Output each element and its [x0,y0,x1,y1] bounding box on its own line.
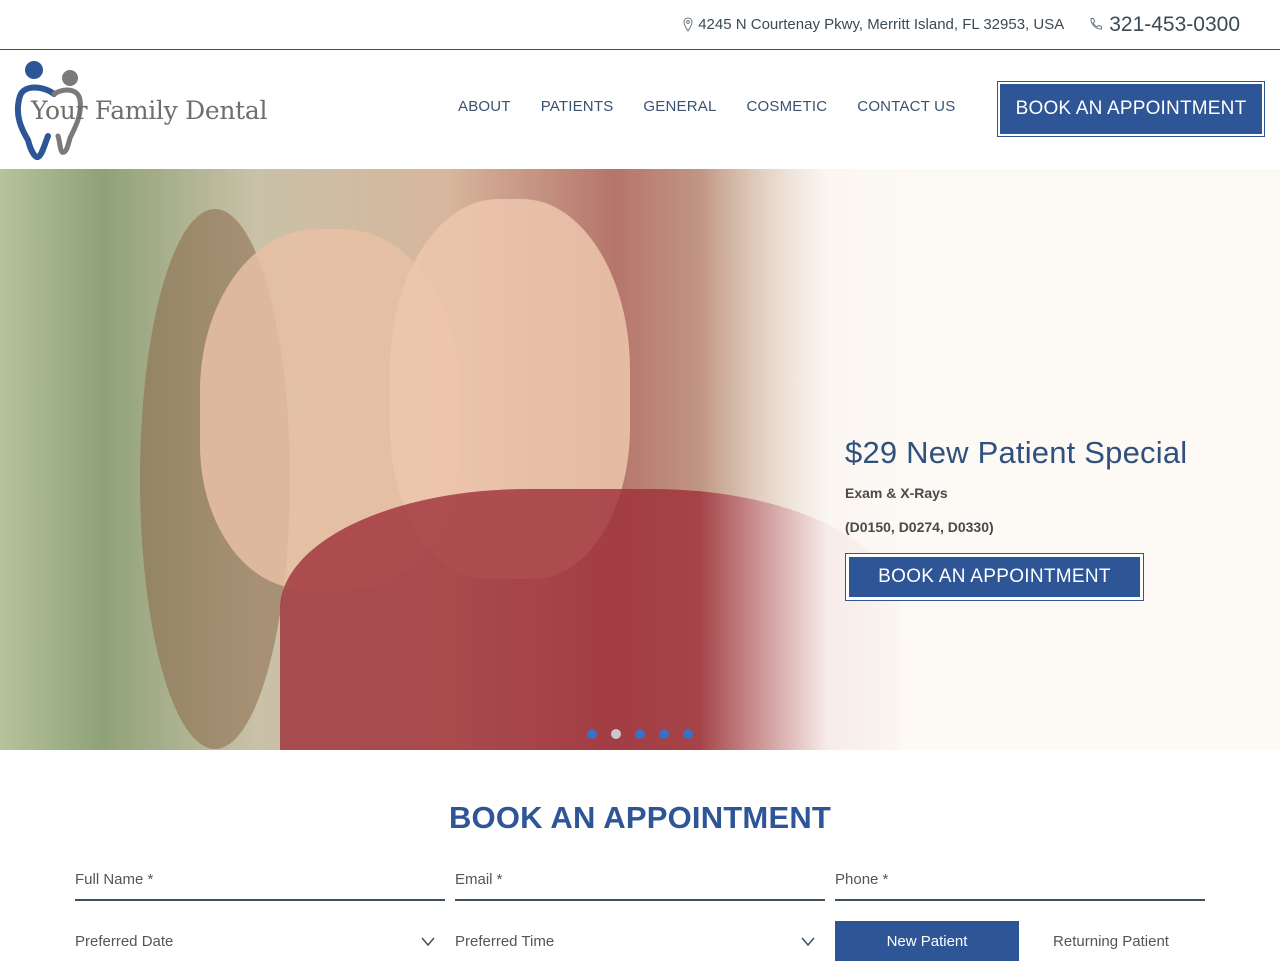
header-book-appointment-button[interactable]: BOOK AN APPOINTMENT [997,81,1265,137]
logo[interactable]: Your Family Dental [14,60,274,160]
slider-dots [587,729,707,739]
phone-icon [1090,17,1103,30]
nav-general[interactable]: GENERAL [643,98,716,115]
preferred-date-select[interactable]: Preferred Date [75,921,435,961]
preferred-time-select[interactable]: Preferred Time [455,921,815,961]
slider-dot-active[interactable] [611,729,621,739]
full-name-field[interactable] [75,859,445,901]
top-info-bar: 4245 N Courtenay Pkwy, Merritt Island, F… [0,0,1280,50]
nav-about[interactable]: ABOUT [458,98,511,115]
phone-input[interactable] [835,870,1205,888]
hero-title: $29 New Patient Special [845,435,1188,470]
returning-patient-toggle[interactable]: Returning Patient [1019,921,1203,961]
chevron-down-icon [421,937,435,947]
phone-link[interactable]: 321-453-0300 [1088,13,1240,37]
slider-dot[interactable] [635,729,645,739]
chevron-down-icon [801,937,815,947]
new-patient-toggle[interactable]: New Patient [835,921,1019,961]
hero-book-appointment-label: BOOK AN APPOINTMENT [849,557,1140,597]
booking-section: BOOK AN APPOINTMENT Preferred Date Prefe… [0,750,1280,961]
map-pin-icon [683,17,693,32]
address-text: 4245 N Courtenay Pkwy, Merritt Island, F… [698,16,1065,33]
slider-dot[interactable] [683,729,693,739]
hero-codes: (D0150, D0274, D0330) [845,519,994,535]
email-field[interactable] [455,859,825,901]
booking-title: BOOK AN APPOINTMENT [448,800,832,835]
hero-content: $29 New Patient Special Exam & X-Rays (D… [845,435,1187,601]
header-book-appointment-label: BOOK AN APPOINTMENT [1000,84,1262,134]
phone-field[interactable] [835,859,1205,901]
slider-dot[interactable] [587,729,597,739]
nav-cosmetic[interactable]: COSMETIC [747,98,828,115]
hero-book-appointment-button[interactable]: BOOK AN APPOINTMENT [845,553,1144,601]
nav-patients[interactable]: PATIENTS [541,98,614,115]
email-input[interactable] [455,870,825,888]
main-nav: ABOUT PATIENTS GENERAL COSMETIC CONTACT … [458,98,985,115]
preferred-date-label: Preferred Date [75,932,174,950]
slider-dot[interactable] [659,729,669,739]
hero-slider: $29 New Patient Special Exam & X-Rays (D… [0,169,1280,750]
address[interactable]: 4245 N Courtenay Pkwy, Merritt Island, F… [683,16,1064,33]
phone-number: 321-453-0300 [1109,12,1240,36]
full-name-input[interactable] [75,870,445,888]
hero-subtitle: Exam & X-Rays [845,485,948,501]
preferred-time-label: Preferred Time [455,932,555,950]
nav-contact-us[interactable]: CONTACT US [857,98,955,115]
logo-text: Your Family Dental [31,96,268,125]
